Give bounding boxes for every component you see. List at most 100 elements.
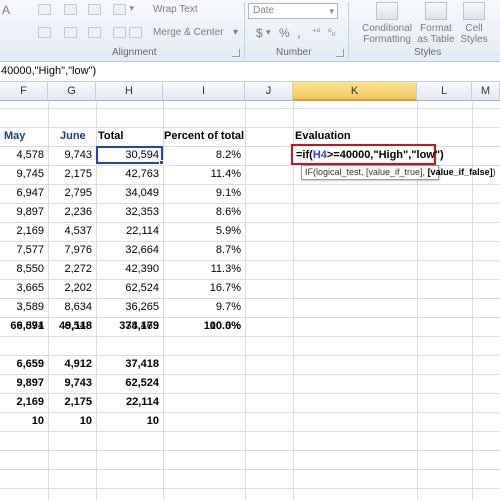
cell-total[interactable]: 42,763 [96, 165, 163, 184]
cell-percent[interactable]: 8.6% [163, 203, 245, 222]
cell-may[interactable]: 6,947 [0, 184, 48, 203]
wrap-text-button[interactable]: Wrap Text [153, 4, 198, 15]
formula-edit-cell[interactable]: =if(H4>=40000,"High","low") [291, 144, 444, 165]
cell-may[interactable]: 9,897 [0, 374, 48, 393]
worksheet-grid[interactable]: May June Total Percent of total Evaluati… [0, 101, 500, 500]
column-header-f[interactable]: F [0, 82, 48, 101]
decrease-indent-icon[interactable] [113, 27, 126, 38]
cell-total[interactable]: 10 [96, 412, 163, 431]
merge-center-button[interactable]: Merge & Center [153, 27, 224, 38]
cell-june[interactable]: 2,175 [48, 165, 96, 184]
column-header-i[interactable]: I [163, 82, 245, 101]
alignment-launcher-icon[interactable] [232, 49, 240, 57]
fill-handle[interactable] [159, 160, 164, 165]
cell-percent[interactable]: 100.0% [163, 317, 245, 336]
cell-may[interactable]: 8,550 [0, 260, 48, 279]
formula-cell-reference: H4 [312, 149, 327, 161]
cell-june[interactable]: 49,118 [48, 317, 96, 336]
cell-total[interactable]: 32,353 [96, 203, 163, 222]
cell-total[interactable]: 374,179 [96, 317, 163, 336]
formula-prefix: =if( [296, 149, 313, 161]
cell-total[interactable]: 22,114 [96, 393, 163, 412]
cell-june[interactable]: 10 [48, 412, 96, 431]
percent-button[interactable]: % [279, 26, 290, 40]
column-header-k[interactable]: K [293, 82, 417, 101]
cell-june[interactable]: 8,634 [48, 298, 96, 317]
cell-june[interactable]: 2,236 [48, 203, 96, 222]
currency-button[interactable]: $ [256, 26, 263, 40]
column-header-g[interactable]: G [48, 82, 96, 101]
decrease-font-icon[interactable]: A [2, 3, 10, 17]
number-launcher-icon[interactable] [336, 49, 344, 57]
cell-may[interactable]: 7,577 [0, 241, 48, 260]
column-gridline [472, 101, 473, 500]
number-format-select[interactable]: Date [248, 3, 338, 19]
cell-total[interactable]: 62,524 [96, 279, 163, 298]
cell-may[interactable]: 9,745 [0, 165, 48, 184]
cell-may[interactable]: 10 [0, 412, 48, 431]
number-group-label: Number [276, 47, 312, 58]
column-header-h[interactable]: H [96, 82, 163, 101]
cell-june[interactable]: 2,272 [48, 260, 96, 279]
cell-total[interactable]: 32,664 [96, 241, 163, 260]
cell-styles-button[interactable]: Cell Styles [458, 2, 490, 45]
align-left-icon[interactable] [38, 27, 51, 38]
conditional-formatting-button[interactable]: Conditional Formatting [360, 2, 414, 45]
cell-may[interactable]: 4,578 [0, 146, 48, 165]
column-header-l[interactable]: L [417, 82, 472, 101]
format-as-table-button[interactable]: Format as Table [414, 2, 458, 45]
orientation-icon[interactable] [113, 3, 134, 15]
comma-button[interactable]: , [297, 24, 301, 40]
align-right-icon[interactable] [88, 27, 101, 38]
cell-may[interactable]: 2,169 [0, 222, 48, 241]
cell-total[interactable]: 36,265 [96, 298, 163, 317]
cell-june[interactable]: 4,537 [48, 222, 96, 241]
row-gridline [0, 488, 500, 489]
cell-total[interactable]: 22,114 [96, 222, 163, 241]
cell-total[interactable]: 42,390 [96, 260, 163, 279]
row-gridline [0, 431, 500, 432]
group-separator [348, 2, 349, 60]
cell-june[interactable]: 4,912 [48, 355, 96, 374]
column-header-m[interactable]: M [472, 82, 500, 101]
cell-total[interactable]: 37,418 [96, 355, 163, 374]
formula-bar[interactable]: 40000,"High","low") [0, 62, 500, 82]
cell-percent[interactable]: 5.9% [163, 222, 245, 241]
cell-total[interactable]: 62,524 [96, 374, 163, 393]
cell-may[interactable]: 66,591 [0, 317, 48, 336]
cell-june[interactable]: 9,743 [48, 374, 96, 393]
header-may[interactable]: May [4, 127, 25, 146]
cell-percent[interactable]: 11.3% [163, 260, 245, 279]
cell-percent[interactable]: 9.1% [163, 184, 245, 203]
cell-may[interactable]: 2,169 [0, 393, 48, 412]
cell-may[interactable]: 3,589 [0, 298, 48, 317]
align-center-icon[interactable] [64, 27, 77, 38]
cell-percent[interactable]: 9.7% [163, 298, 245, 317]
currency-dropdown-icon[interactable]: ▾ [266, 27, 271, 38]
cell-percent[interactable]: 8.2% [163, 146, 245, 165]
cell-june[interactable]: 9,743 [48, 146, 96, 165]
cell-may[interactable]: 9,897 [0, 203, 48, 222]
merge-dropdown-icon[interactable]: ▾ [233, 27, 238, 38]
cell-may[interactable]: 6,659 [0, 355, 48, 374]
align-bottom-icon[interactable] [88, 4, 101, 15]
align-top-icon[interactable] [38, 4, 51, 15]
decrease-decimal-icon[interactable]: ⁰₀ [328, 27, 335, 38]
cell-percent[interactable]: 8.7% [163, 241, 245, 260]
cell-june[interactable]: 2,175 [48, 393, 96, 412]
cell-total[interactable]: 34,049 [96, 184, 163, 203]
cell-percent[interactable]: 11.4% [163, 165, 245, 184]
align-middle-icon[interactable] [64, 4, 77, 15]
header-total[interactable]: Total [98, 127, 123, 146]
cell-june[interactable]: 2,202 [48, 279, 96, 298]
header-percent[interactable]: Percent of total [164, 127, 244, 146]
increase-indent-icon[interactable] [129, 27, 142, 38]
header-june[interactable]: June [60, 127, 86, 146]
column-header-j[interactable]: J [245, 82, 293, 101]
cell-may[interactable]: 3,665 [0, 279, 48, 298]
cell-june[interactable]: 7,976 [48, 241, 96, 260]
cell-june[interactable]: 2,795 [48, 184, 96, 203]
increase-decimal-icon[interactable]: ⁺⁰ [312, 27, 320, 38]
row-gridline [0, 108, 500, 109]
cell-percent[interactable]: 16.7% [163, 279, 245, 298]
